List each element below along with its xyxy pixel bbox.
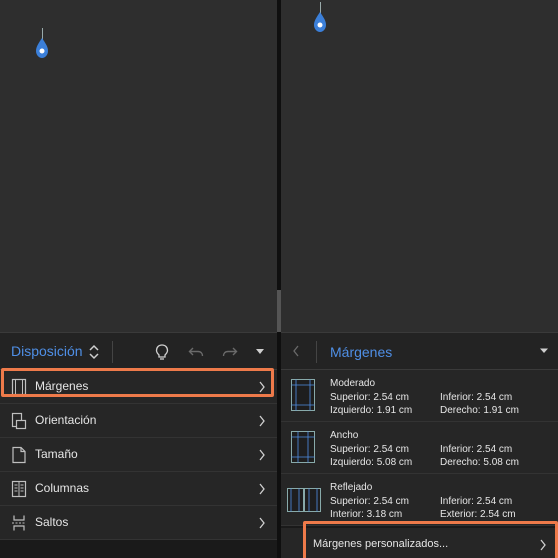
redo-icon[interactable] (221, 343, 239, 361)
breaks-icon (12, 515, 26, 531)
text-cursor-handle-icon[interactable] (312, 2, 328, 34)
margin-preview-icon (291, 379, 315, 411)
margin-preset-wide[interactable]: Ancho Superior: 2.54 cm Inferior: 2.54 c… (281, 422, 558, 474)
preset-name: Reflejado (330, 482, 373, 493)
back-chevron-icon[interactable] (292, 345, 300, 357)
chevron-right-icon (259, 449, 265, 461)
ribbon-toolbar: Disposición (0, 332, 277, 370)
text-cursor-handle-icon[interactable] (34, 28, 50, 60)
dropdown-icon[interactable] (539, 348, 549, 354)
preset-value: Izquierdo: 1.91 cm (330, 405, 413, 416)
toolbar-separator (316, 341, 317, 363)
margin-preset-mirrored[interactable]: Reflejado Superior: 2.54 cm Inferior: 2.… (281, 474, 558, 526)
layout-options-list: Márgenes Orientación Tamaño Columnas Sal… (0, 370, 277, 540)
preset-value: Inferior: 2.54 cm (440, 496, 513, 507)
preset-value: Interior: 3.18 cm (330, 509, 403, 520)
preset-value: Superior: 2.54 cm (330, 392, 409, 403)
list-item-label: Saltos (35, 515, 69, 529)
document-canvas-right[interactable] (281, 0, 558, 332)
columns-icon (11, 480, 27, 498)
list-item-columns[interactable]: Columnas (0, 472, 277, 506)
list-item-label: Tamaño (35, 447, 78, 461)
list-item-margins[interactable]: Márgenes (0, 370, 277, 404)
preset-value: Exterior: 2.54 cm (440, 509, 516, 520)
undo-icon[interactable] (187, 343, 205, 361)
size-icon (12, 446, 26, 464)
margin-preview-icon (287, 488, 321, 512)
custom-margins-item[interactable]: Márgenes personalizados... (281, 528, 558, 558)
preset-value: Inferior: 2.54 cm (440, 444, 513, 455)
chevron-right-icon (259, 415, 265, 427)
margin-preview-icon (291, 431, 315, 463)
panel-title: Márgenes (330, 344, 393, 360)
margin-preset-moderate[interactable]: Moderado Superior: 2.54 cm Inferior: 2.5… (281, 370, 558, 422)
preset-value: Superior: 2.54 cm (330, 496, 409, 507)
preset-value: Derecho: 5.08 cm (440, 457, 519, 468)
list-item-label: Columnas (35, 481, 90, 495)
chevron-right-icon (540, 539, 546, 551)
preset-name: Moderado (330, 378, 376, 389)
updown-icon[interactable] (87, 342, 101, 362)
preset-value: Izquierdo: 5.08 cm (330, 457, 413, 468)
preset-value: Derecho: 1.91 cm (440, 405, 519, 416)
margins-panel-header: Márgenes (281, 332, 558, 370)
list-item-size[interactable]: Tamaño (0, 438, 277, 472)
chevron-right-icon (259, 517, 265, 529)
list-item-orientation[interactable]: Orientación (0, 404, 277, 438)
list-item-breaks[interactable]: Saltos (0, 506, 277, 540)
app-root: Disposición Márgenes Orientación Tamaño … (0, 0, 558, 558)
chevron-right-icon (259, 381, 265, 393)
toolbar-separator (112, 341, 113, 363)
preset-value: Inferior: 2.54 cm (440, 392, 513, 403)
ribbon-tab-title[interactable]: Disposición (11, 343, 83, 359)
custom-margins-label: Márgenes personalizados... (313, 538, 449, 550)
scrollbar-thumb[interactable] (277, 290, 281, 332)
orientation-icon (11, 412, 27, 430)
chevron-right-icon (259, 483, 265, 495)
preset-name: Ancho (330, 430, 359, 441)
margin-presets-list: Moderado Superior: 2.54 cm Inferior: 2.5… (281, 370, 558, 526)
preset-value: Superior: 2.54 cm (330, 444, 409, 455)
lightbulb-icon[interactable] (153, 343, 171, 361)
list-item-label: Orientación (35, 413, 97, 427)
margins-icon (11, 378, 27, 396)
list-item-label: Márgenes (35, 379, 89, 393)
dropdown-icon[interactable] (255, 348, 265, 356)
